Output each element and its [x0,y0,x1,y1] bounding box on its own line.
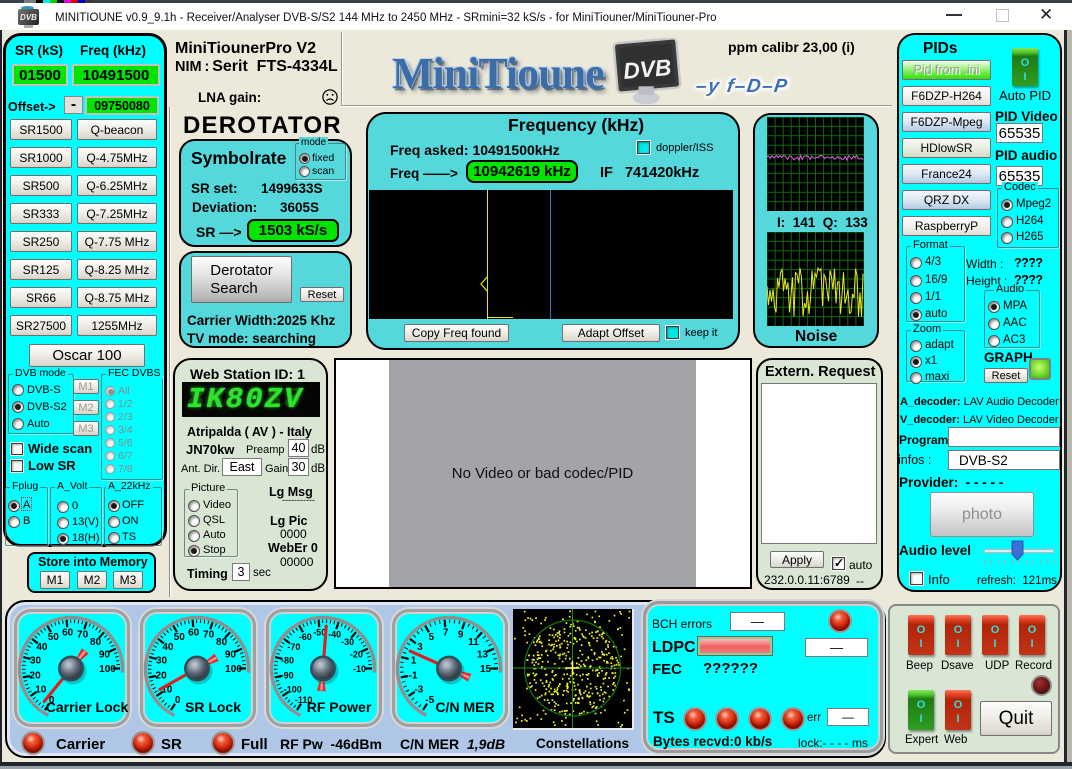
svg-text:90: 90 [225,649,237,660]
svg-text:-3: -3 [414,685,423,696]
svg-text:-40: -40 [328,629,341,639]
svg-text:DVB: DVB [622,54,672,84]
svg-text:20: 20 [30,671,42,682]
svg-text:50: 50 [48,632,60,643]
svg-text:-90: -90 [281,671,294,681]
svg-text:60: 60 [62,628,74,639]
svg-text:-70: -70 [287,642,300,652]
svg-text:3: 3 [417,642,423,653]
svg-text:RF Power: RF Power [307,699,372,715]
svg-text:-30: -30 [341,637,354,647]
svg-text:80: 80 [90,637,102,648]
svg-text:70: 70 [77,629,89,640]
svg-text:-5: -5 [425,695,434,706]
svg-text:Carrier Lock: Carrier Lock [46,699,129,715]
svg-text:5: 5 [429,632,435,643]
svg-text:11: 11 [468,637,479,648]
svg-text:-1: -1 [409,671,418,682]
svg-text:40: 40 [162,642,174,653]
svg-text:30: 30 [156,656,168,667]
svg-text:40: 40 [36,642,48,653]
svg-text:9: 9 [458,629,464,640]
svg-text:60: 60 [188,628,200,639]
svg-text:100: 100 [99,664,116,675]
svg-text:50: 50 [174,632,186,643]
svg-text:30: 30 [30,656,42,667]
svg-text:-60: -60 [299,632,312,642]
svg-text:20: 20 [156,671,168,682]
svg-text:-100: -100 [284,685,302,695]
svg-text:-10: -10 [353,664,366,674]
svg-text:80: 80 [216,637,228,648]
svg-text:7: 7 [443,628,449,639]
svg-text:-20: -20 [350,649,363,659]
svg-text:100: 100 [225,664,242,675]
svg-text:SR Lock: SR Lock [185,699,241,715]
svg-text:90: 90 [99,649,111,660]
svg-text:-80: -80 [281,656,294,666]
svg-text:15: 15 [480,664,492,675]
svg-text:C/N MER: C/N MER [435,699,494,715]
svg-text:70: 70 [203,629,215,640]
svg-text:10: 10 [35,685,47,696]
svg-text:0: 0 [175,695,181,706]
svg-text:1: 1 [411,656,417,667]
svg-text:13: 13 [477,649,489,660]
